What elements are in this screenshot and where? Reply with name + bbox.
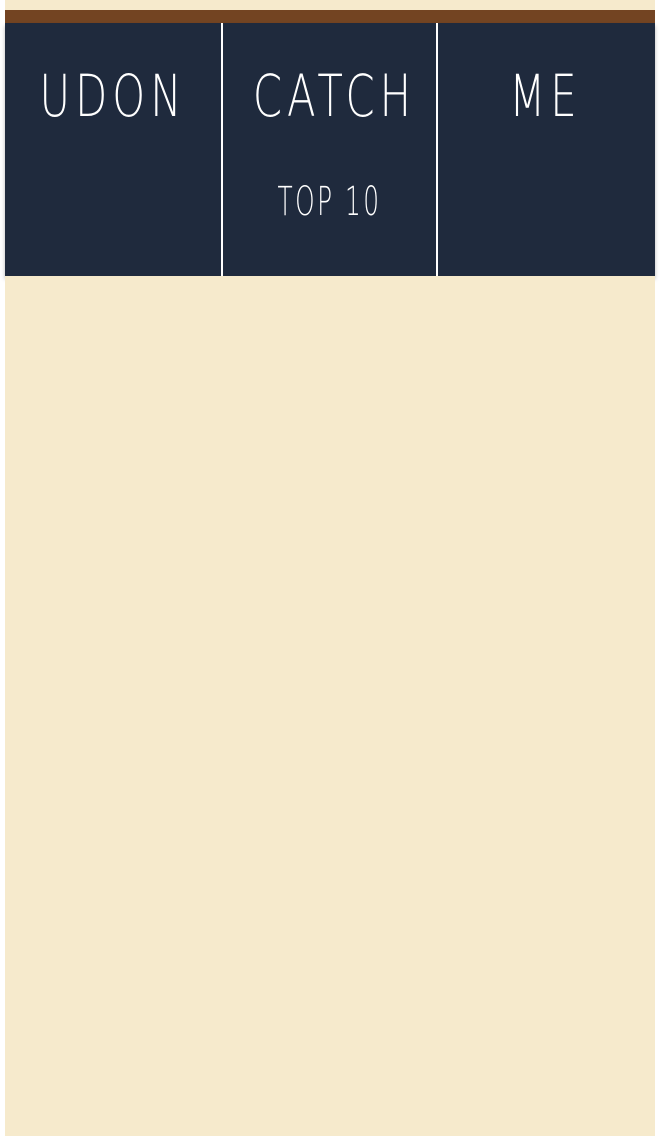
- tab-me-label: ME: [509, 62, 582, 130]
- main-content-area: [5, 276, 655, 1136]
- top-navigation: UDON CATCH TOP 10 ME: [5, 23, 655, 276]
- tab-udon-label: UDON: [39, 62, 187, 130]
- app-screen: UDON CATCH TOP 10 ME: [0, 0, 660, 1136]
- tab-catch-subtitle: TOP 10: [277, 179, 382, 225]
- tab-udon[interactable]: UDON: [5, 23, 221, 276]
- app-panel: UDON CATCH TOP 10 ME: [5, 0, 655, 1136]
- tab-catch-label: CATCH: [252, 62, 417, 130]
- header-accent-bar: [5, 10, 655, 23]
- top-strip: [5, 0, 655, 10]
- tab-catch[interactable]: CATCH TOP 10: [221, 23, 438, 276]
- tab-me[interactable]: ME: [438, 23, 653, 276]
